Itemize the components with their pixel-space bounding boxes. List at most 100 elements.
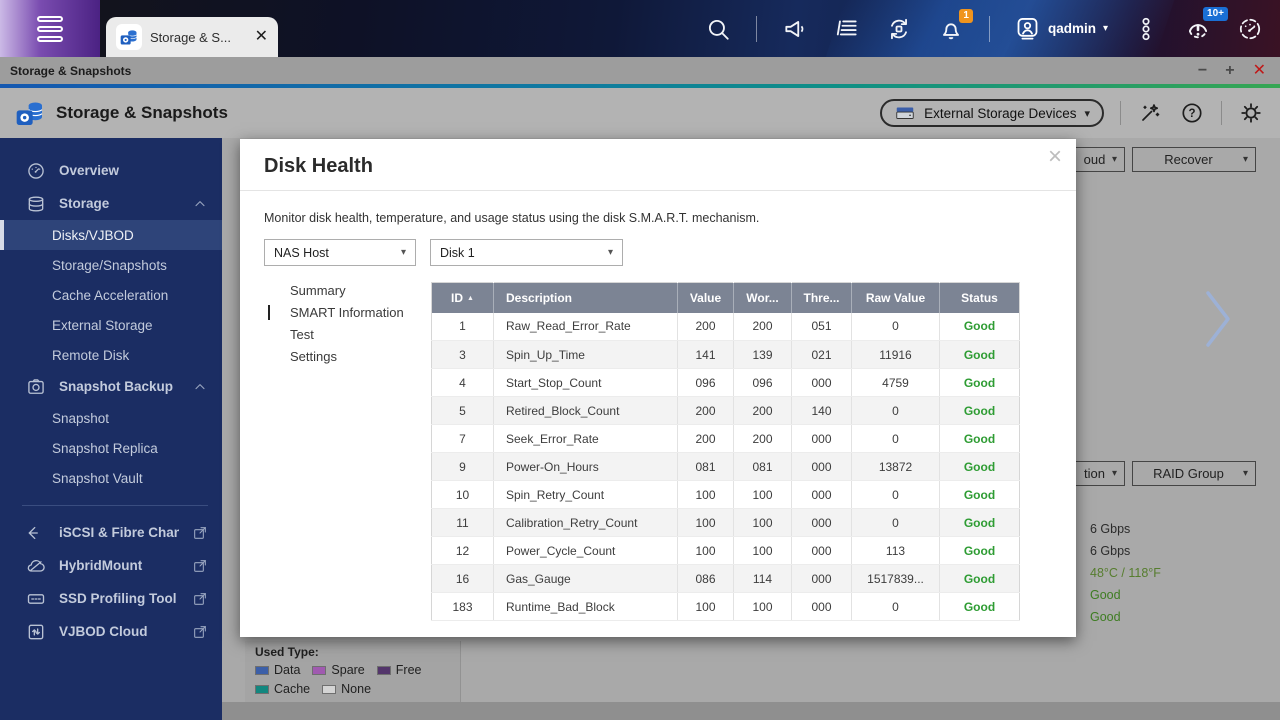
sidebar-item-cache-acceleration[interactable]: Cache Acceleration xyxy=(0,280,222,310)
table-row[interactable]: 10Spin_Retry_Count1001000000Good xyxy=(432,481,1020,509)
cell-id: 183 xyxy=(432,593,494,621)
disk-select[interactable]: Disk 1 ▾ xyxy=(430,239,623,266)
sidebar-item-snapshot-backup[interactable]: Snapshot Backup xyxy=(0,370,222,403)
search-icon[interactable] xyxy=(704,15,732,43)
dialog-close-icon[interactable]: × xyxy=(1048,145,1062,169)
sidebar-item-label: Storage xyxy=(59,196,179,211)
table-row[interactable]: 183Runtime_Bad_Block1001000000Good xyxy=(432,593,1020,621)
sidebar-item-overview[interactable]: Overview xyxy=(0,154,222,187)
disk-info-value: 48°C / 118°F xyxy=(1090,562,1161,584)
sidebar-item-iscsi-fibre-channel[interactable]: iSCSI & Fibre Channel xyxy=(0,516,222,549)
background-tasks-icon[interactable]: 10+ xyxy=(1184,15,1212,43)
iscsi-icon xyxy=(26,523,46,543)
window-minimize-button[interactable]: − xyxy=(1198,63,1207,79)
table-row[interactable]: 1Raw_Read_Error_Rate2002000510Good xyxy=(432,313,1020,341)
legend-title: Used Type: xyxy=(255,645,450,659)
clipped-dropdown-button[interactable]: oud ▾ xyxy=(1075,147,1125,172)
cell-threshold: 000 xyxy=(792,369,852,397)
column-header-wor-[interactable]: Wor... xyxy=(734,283,792,313)
cell-raw-value: 1517839... xyxy=(852,565,940,593)
sidebar-item-snapshot-replica[interactable]: Snapshot Replica xyxy=(0,433,222,463)
dialog-nav-settings[interactable]: Settings xyxy=(268,348,431,370)
table-row[interactable]: 5Retired_Block_Count2002001400Good xyxy=(432,397,1020,425)
more-options-kebab-icon[interactable] xyxy=(1132,15,1160,43)
cell-threshold: 000 xyxy=(792,481,852,509)
settings-gear-icon[interactable] xyxy=(1238,100,1264,126)
sidebar-item-label: Storage/Snapshots xyxy=(52,258,208,273)
main-menu-block[interactable] xyxy=(0,0,100,57)
disk-info-value: 6 Gbps xyxy=(1090,540,1161,562)
dialog-nav-summary[interactable]: Summary xyxy=(268,282,431,304)
sidebar-item-snapshot-vault[interactable]: Snapshot Vault xyxy=(0,463,222,493)
smart-assistant-wand-icon[interactable] xyxy=(1137,100,1163,126)
table-row[interactable]: 9Power-On_Hours08108100013872Good xyxy=(432,453,1020,481)
sort-ascending-icon: ▲ xyxy=(467,295,474,302)
notifications-bell-icon[interactable]: 1 xyxy=(937,15,965,43)
raid-group-dropdown-button[interactable]: RAID Group ▾ xyxy=(1132,461,1256,486)
cell-status: Good xyxy=(940,453,1020,481)
legend-item-spare: Spare xyxy=(312,663,364,677)
sidebar-item-remote-disk[interactable]: Remote Disk xyxy=(0,340,222,370)
legend-swatch xyxy=(255,666,269,675)
window-maximize-button[interactable]: + xyxy=(1225,63,1234,79)
sidebar-item-disks-vjbod[interactable]: Disks/VJBOD xyxy=(0,220,222,250)
column-header-id[interactable]: ID▲ xyxy=(432,283,494,313)
sidebar-item-hybridmount[interactable]: HybridMount xyxy=(0,549,222,582)
column-header-value[interactable]: Value xyxy=(678,283,734,313)
page-title: Storage & Snapshots xyxy=(56,103,228,123)
dashboard-gauge-icon[interactable] xyxy=(1236,15,1264,43)
device-selector-dropdown[interactable]: External Storage Devices ▾ xyxy=(880,99,1104,127)
sidebar-item-external-storage[interactable]: External Storage xyxy=(0,310,222,340)
cell-description: Seek_Error_Rate xyxy=(494,425,678,453)
dialog-nav-test[interactable]: Test xyxy=(268,326,431,348)
app-tab[interactable]: Storage & S... ✕ xyxy=(106,17,278,57)
cell-description: Runtime_Bad_Block xyxy=(494,593,678,621)
hamburger-menu-icon[interactable] xyxy=(37,16,63,42)
external-link-icon xyxy=(192,591,208,607)
nas-host-select[interactable]: NAS Host ▾ xyxy=(264,239,416,266)
sidebar-item-ssd-profiling-tool[interactable]: SSD Profiling Tool xyxy=(0,582,222,615)
tab-close-icon[interactable]: ✕ xyxy=(255,29,268,45)
table-row[interactable]: 12Power_Cycle_Count100100000113Good xyxy=(432,537,1020,565)
sidebar-item-storage-snapshots[interactable]: Storage/Snapshots xyxy=(0,250,222,280)
sidebar-nav: Overview Storage Disks/VJBOD Storage/Snapsh… xyxy=(0,138,222,720)
cell-threshold: 000 xyxy=(792,537,852,565)
legend-label: Data xyxy=(274,663,300,677)
carousel-next-arrow-icon[interactable] xyxy=(1205,290,1231,353)
table-row[interactable]: 4Start_Stop_Count0960960004759Good xyxy=(432,369,1020,397)
recover-dropdown-button[interactable]: Recover ▾ xyxy=(1132,147,1256,172)
table-row[interactable]: 7Seek_Error_Rate2002000000Good xyxy=(432,425,1020,453)
cell-threshold: 000 xyxy=(792,453,852,481)
background-tasks-badge: 10+ xyxy=(1203,7,1228,21)
announcement-icon[interactable] xyxy=(781,15,809,43)
dialog-title: Disk Health xyxy=(264,155,1052,178)
window-close-button[interactable]: ✕ xyxy=(1253,63,1266,79)
sidebar-item-vjbod-cloud[interactable]: VJBOD Cloud xyxy=(0,615,222,648)
cell-description: Gas_Gauge xyxy=(494,565,678,593)
cell-value: 100 xyxy=(678,593,734,621)
event-logs-icon[interactable] xyxy=(833,15,861,43)
column-header-status[interactable]: Status xyxy=(940,283,1020,313)
cell-description: Calibration_Retry_Count xyxy=(494,509,678,537)
table-row[interactable]: 11Calibration_Retry_Count1001000000Good xyxy=(432,509,1020,537)
dialog-nav-smart-information[interactable]: SMART Information xyxy=(268,304,431,326)
table-row[interactable]: 3Spin_Up_Time14113902111916Good xyxy=(432,341,1020,369)
sidebar-item-snapshot[interactable]: Snapshot xyxy=(0,403,222,433)
column-header-raw-value[interactable]: Raw Value xyxy=(852,283,940,313)
user-menu[interactable]: qadmin ▾ xyxy=(1014,15,1108,42)
column-header-description[interactable]: Description xyxy=(494,283,678,313)
cell-id: 3 xyxy=(432,341,494,369)
device-selector-label: External Storage Devices xyxy=(924,106,1076,121)
help-icon[interactable]: ? xyxy=(1179,100,1205,126)
cell-description: Start_Stop_Count xyxy=(494,369,678,397)
legend-label: None xyxy=(341,682,371,696)
clipped-action-dropdown-button[interactable]: tion ▾ xyxy=(1075,461,1125,486)
cell-value: 141 xyxy=(678,341,734,369)
column-header-thre-[interactable]: Thre... xyxy=(792,283,852,313)
chevron-down-icon: ▾ xyxy=(1112,154,1117,165)
sidebar-item-label: Snapshot Vault xyxy=(52,471,208,486)
sidebar-item-storage[interactable]: Storage xyxy=(0,187,222,220)
cell-threshold: 140 xyxy=(792,397,852,425)
resource-recycle-icon[interactable] xyxy=(885,15,913,43)
table-row[interactable]: 16Gas_Gauge0861140001517839...Good xyxy=(432,565,1020,593)
